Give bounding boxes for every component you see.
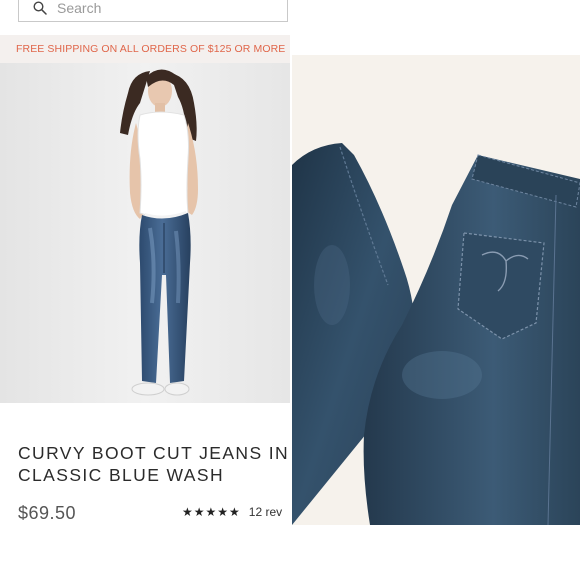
search-bar[interactable] [18,0,288,22]
product-title-line-1[interactable]: CURVY BOOT CUT JEANS IN [18,442,290,464]
jeans-closeup-photo [292,55,580,525]
product-price: $69.50 [18,503,77,523]
product-model-photo[interactable] [0,63,290,403]
product-title[interactable]: CURVY BOOT CUT JEANS IN CLASSIC BLUE WAS… [18,442,290,486]
product-title-line-2[interactable]: CLASSIC BLUE WASH [18,464,290,486]
search-icon [33,0,47,15]
model-wearing-jeans-image [0,63,290,403]
search-input[interactable] [55,0,279,17]
rating-stars-icon: ★★★★★ [182,505,241,519]
product-rating[interactable]: ★★★★★ 12 rev [182,505,282,519]
product-listing-panel: FREE SHIPPING ON ALL ORDERS OF $125 OR M… [0,0,290,580]
promo-banner[interactable]: FREE SHIPPING ON ALL ORDERS OF $125 OR M… [0,35,290,63]
review-count-link[interactable]: 12 rev [249,505,282,519]
folded-jeans-image [292,55,580,525]
